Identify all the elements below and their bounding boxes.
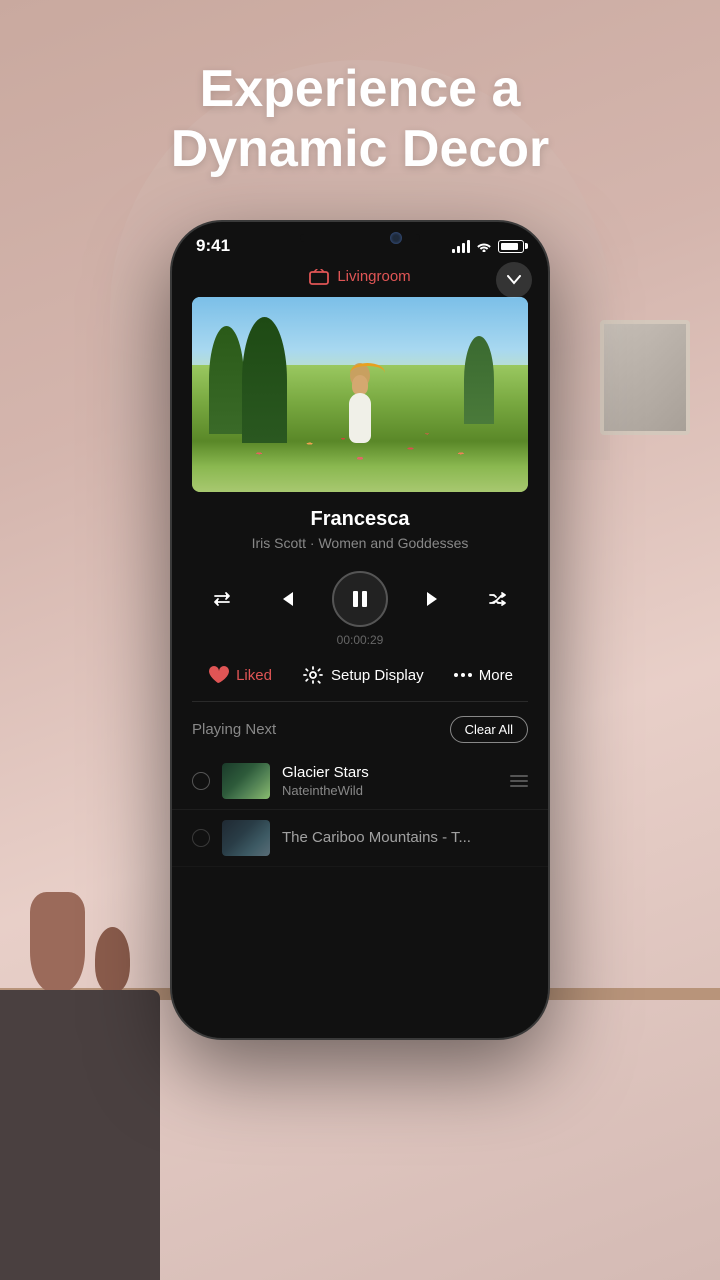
more-label: More xyxy=(479,667,513,684)
previous-button[interactable] xyxy=(268,581,304,617)
drag-handle[interactable] xyxy=(510,775,528,787)
queue-list: Glacier Stars NateintheWild The Cariboo … xyxy=(172,753,548,1038)
queue-item[interactable]: Glacier Stars NateintheWild xyxy=(172,753,548,810)
more-button[interactable]: More xyxy=(454,667,513,684)
queue-thumbnail xyxy=(222,820,270,856)
more-dots-icon xyxy=(454,673,472,677)
setup-display-button[interactable]: Setup Display xyxy=(302,665,424,685)
status-time: 9:41 xyxy=(196,236,230,256)
playing-next-header: Playing Next Clear All xyxy=(172,702,548,753)
figure-body xyxy=(349,393,371,443)
heart-icon xyxy=(207,665,229,685)
status-bar: 9:41 xyxy=(172,222,548,264)
battery-fill xyxy=(501,243,518,250)
room-name: Livingroom xyxy=(337,268,410,285)
hero-line1: Experience a xyxy=(60,60,660,120)
queue-item-title: Glacier Stars xyxy=(282,764,498,781)
setup-display-label: Setup Display xyxy=(331,667,424,684)
artwork-painting xyxy=(192,297,528,492)
liked-button[interactable]: Liked xyxy=(207,665,272,685)
queue-item-title: The Cariboo Mountains - T... xyxy=(282,829,528,846)
bg-vase-large xyxy=(30,892,85,992)
figure-umbrella xyxy=(350,363,385,383)
phone-camera xyxy=(390,232,402,244)
hero-text: Experience a Dynamic Decor xyxy=(0,60,720,180)
playback-time: 00:00:29 xyxy=(172,633,548,647)
hero-line2: Dynamic Decor xyxy=(60,120,660,180)
bg-photo-frame xyxy=(600,320,690,435)
queue-item-info: Glacier Stars NateintheWild xyxy=(282,764,498,798)
room-label-row[interactable]: Livingroom xyxy=(172,264,548,297)
queue-circle-indicator xyxy=(192,829,210,847)
queue-item-info: The Cariboo Mountains - T... xyxy=(282,829,528,848)
bg-frame-photo xyxy=(604,324,686,431)
battery-icon xyxy=(498,240,524,253)
bg-cabinet xyxy=(0,990,160,1280)
status-icons xyxy=(452,239,524,253)
action-row: Liked Setup Display More xyxy=(172,665,548,701)
power-button[interactable] xyxy=(548,377,550,437)
playing-next-label: Playing Next xyxy=(192,721,276,738)
tree-right xyxy=(464,336,494,424)
wifi-icon xyxy=(476,240,492,252)
next-button[interactable] xyxy=(416,581,452,617)
bg-vase-small xyxy=(95,927,130,992)
queue-circle-indicator xyxy=(192,772,210,790)
song-subtitle: Iris Scott · Women and Goddesses xyxy=(172,535,548,551)
tree-left-2 xyxy=(242,317,287,444)
setup-icon xyxy=(302,665,324,685)
repeat-button[interactable] xyxy=(204,581,240,617)
playback-controls xyxy=(172,571,548,627)
app-screen: 9:41 xyxy=(172,222,548,1038)
clear-all-button[interactable]: Clear All xyxy=(450,716,528,743)
artwork-container xyxy=(192,297,528,492)
painting-figure xyxy=(345,373,375,443)
phone-notch xyxy=(300,234,420,242)
song-title: Francesca xyxy=(172,508,548,531)
tv-icon xyxy=(309,269,329,285)
pause-button[interactable] xyxy=(332,571,388,627)
phone-mockup: 9:41 xyxy=(170,220,550,1040)
phone-body: 9:41 xyxy=(170,220,550,1040)
signal-icon xyxy=(452,239,470,253)
shuffle-button[interactable] xyxy=(480,581,516,617)
chevron-down-button[interactable] xyxy=(496,262,532,298)
tree-left-1 xyxy=(209,326,244,433)
liked-label: Liked xyxy=(236,667,272,684)
queue-item-artist: NateintheWild xyxy=(282,783,498,798)
queue-item[interactable]: The Cariboo Mountains - T... xyxy=(172,810,548,867)
queue-thumbnail xyxy=(222,763,270,799)
